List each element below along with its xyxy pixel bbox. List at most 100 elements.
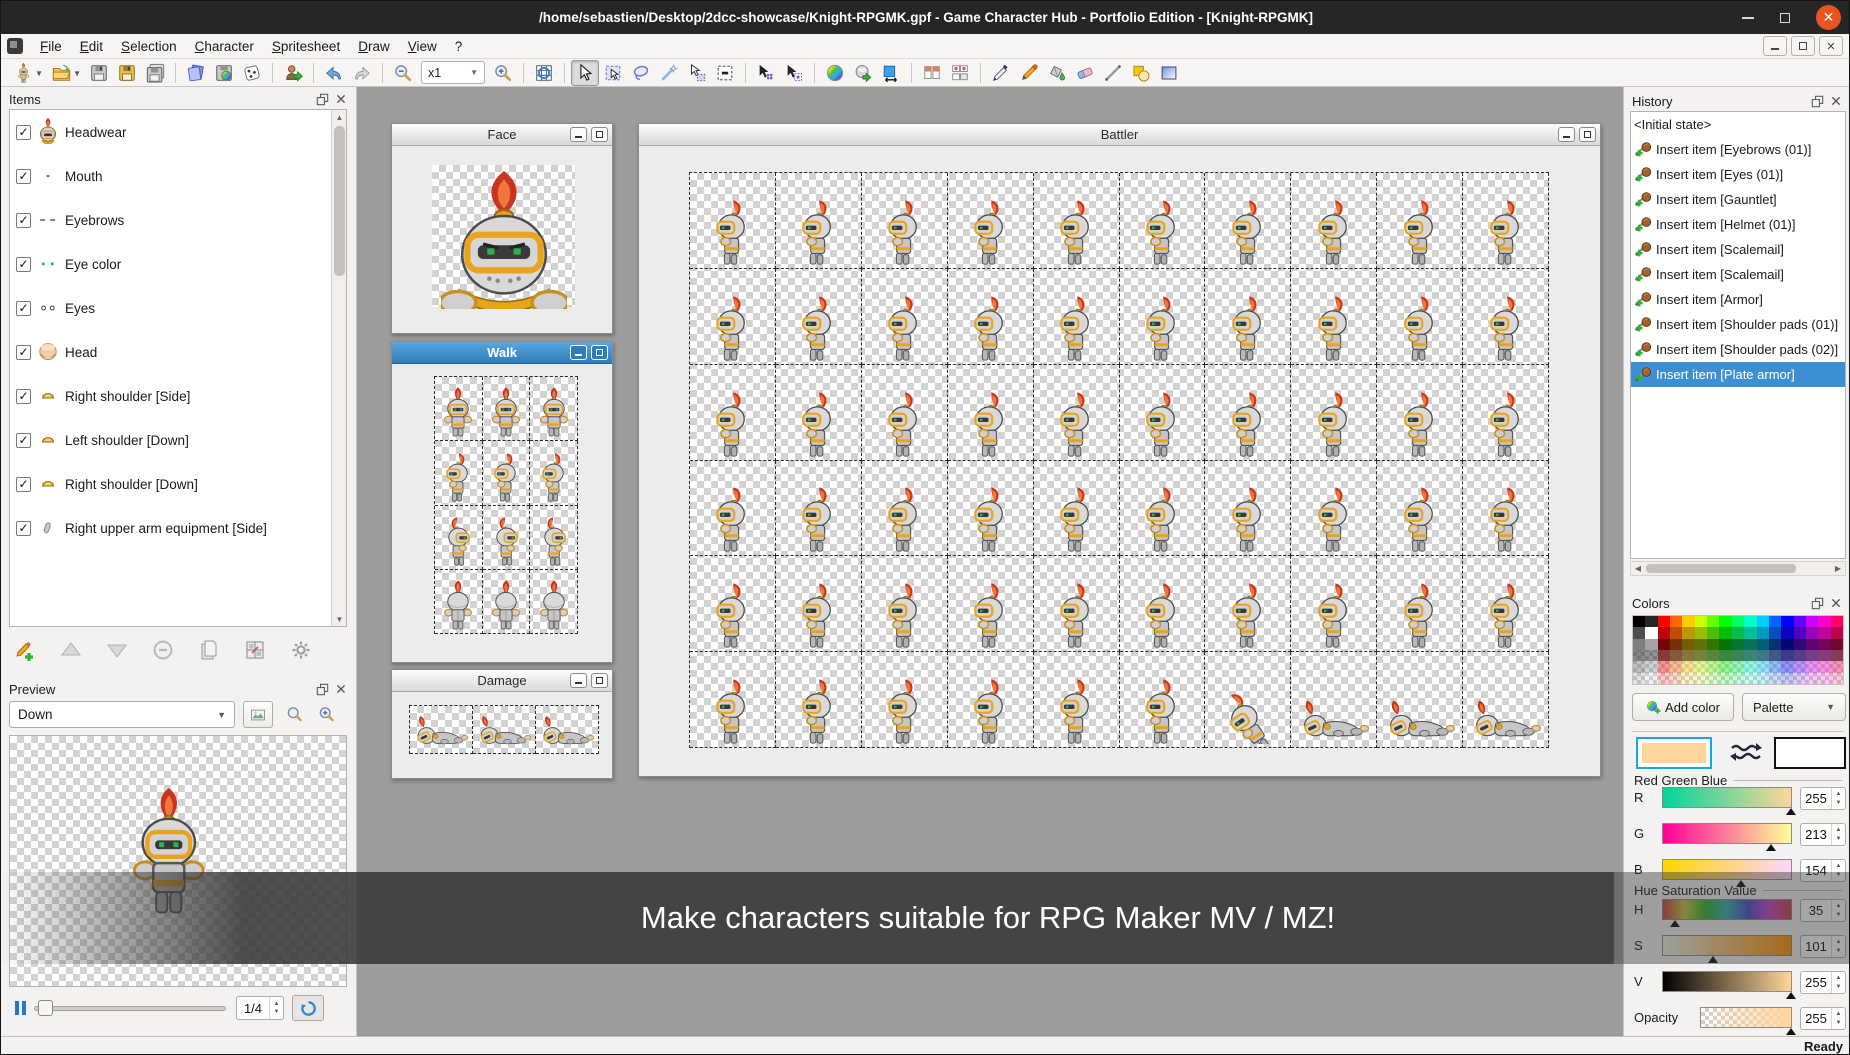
history-scrollbar[interactable]: ◀ ▶ [1630, 561, 1846, 576]
move-down-button[interactable] [101, 635, 133, 665]
face-window-titlebar[interactable]: Face [392, 124, 612, 146]
h-slider-track[interactable] [1662, 899, 1792, 920]
item-checkbox[interactable]: ✓ [16, 521, 31, 536]
palette-color-cell[interactable] [1719, 616, 1731, 627]
preview-canvas[interactable] [9, 735, 347, 987]
slider-marker[interactable] [1786, 992, 1796, 999]
swap-frames-button[interactable] [946, 60, 974, 86]
v-slider-track[interactable] [1662, 971, 1792, 992]
r-slider-track[interactable] [1662, 787, 1792, 808]
palette-color-cell[interactable] [1794, 650, 1806, 661]
zoom-level-combo[interactable]: x1▼ [421, 61, 485, 84]
palette-color-cell[interactable] [1806, 673, 1818, 684]
sprite-cell-left[interactable] [1291, 269, 1377, 365]
sprite-cell-left[interactable] [690, 556, 776, 652]
palette-color-cell[interactable] [1831, 673, 1843, 684]
add-color-button[interactable]: Add color [1632, 693, 1734, 721]
item-checkbox[interactable]: ✓ [16, 389, 31, 404]
b-value-spinner[interactable]: 154▲▼ [1800, 859, 1846, 882]
swap-pages-button[interactable] [918, 60, 946, 86]
damage-window[interactable]: Damage [391, 669, 613, 779]
history-entry[interactable]: Insert item [Eyebrows (01)] [1631, 137, 1845, 162]
sprite-cell-left[interactable] [1291, 173, 1377, 269]
palette-color-cell[interactable] [1744, 627, 1756, 638]
preview-float-icon[interactable] [315, 682, 330, 696]
palette-color-cell[interactable] [1645, 673, 1657, 684]
sprite-cell-left[interactable] [1205, 461, 1291, 557]
palette-color-cell[interactable] [1744, 661, 1756, 672]
palette-color-cell[interactable] [1719, 627, 1731, 638]
palette-color-cell[interactable] [1645, 650, 1657, 661]
palette-color-cell[interactable] [1732, 639, 1744, 650]
palette-color-cell[interactable] [1781, 673, 1793, 684]
open-file-button[interactable]: ▼ [47, 60, 75, 86]
sprite-cell-left[interactable] [483, 441, 531, 505]
battler-window-titlebar[interactable]: Battler [639, 124, 1600, 146]
palette-color-cell[interactable] [1658, 661, 1670, 672]
item-row-left-shoulder-down-[interactable]: ✓Left shoulder [Down] [10, 418, 346, 462]
sprite-cell-front[interactable] [483, 377, 531, 441]
rect-select-tool-button[interactable] [599, 60, 627, 86]
sprite-cell-left[interactable] [690, 173, 776, 269]
palette-color-cell[interactable] [1769, 661, 1781, 672]
colors-float-icon[interactable] [1810, 596, 1825, 610]
s-slider-track[interactable] [1662, 935, 1792, 956]
palette-color-cell[interactable] [1769, 650, 1781, 661]
import-character-button[interactable] [279, 60, 307, 86]
palette-color-cell[interactable] [1769, 616, 1781, 627]
sprite-cell-left[interactable] [1120, 365, 1206, 461]
pencil-tool-button[interactable] [1015, 60, 1043, 86]
menu-character[interactable]: Character [186, 36, 263, 57]
sprite-cell-left[interactable] [862, 461, 948, 557]
window-close-icon[interactable]: ✕ [1816, 5, 1841, 30]
new-character-button[interactable]: ▼ [9, 60, 37, 86]
sprite-cell-left[interactable] [1377, 173, 1463, 269]
battler-minimize-icon[interactable] [1558, 127, 1575, 142]
sprite-cell-left[interactable] [1291, 365, 1377, 461]
sprite-cell-left[interactable] [862, 556, 948, 652]
sprite-cell-right[interactable] [435, 506, 483, 570]
palette-color-cell[interactable] [1707, 661, 1719, 672]
sprite-cell-left[interactable] [776, 269, 862, 365]
palette-color-cell[interactable] [1732, 661, 1744, 672]
sprite-cell-left[interactable] [530, 441, 578, 505]
lasso-tool-button[interactable] [627, 60, 655, 86]
palette-color-cell[interactable] [1658, 616, 1670, 627]
sprite-cell-left[interactable] [1205, 365, 1291, 461]
palette-color-cell[interactable] [1757, 673, 1769, 684]
item-checkbox[interactable]: ✓ [16, 345, 31, 360]
select-item-pointer-button[interactable] [752, 60, 780, 86]
palette-color-cell[interactable] [1806, 616, 1818, 627]
palette-color-cell[interactable] [1645, 627, 1657, 638]
paint-bucket-tool-button[interactable] [1043, 60, 1071, 86]
sprite-cell-left[interactable] [1120, 652, 1206, 748]
line-tool-button[interactable] [1099, 60, 1127, 86]
add-item-button[interactable] [9, 635, 41, 665]
item-options-button[interactable] [285, 635, 317, 665]
palette-color-cell[interactable] [1806, 650, 1818, 661]
r-value-spinner[interactable]: 255▲▼ [1800, 787, 1846, 810]
palette-color-cell[interactable] [1794, 673, 1806, 684]
mdi-restore-icon[interactable] [1791, 36, 1815, 56]
sprite-cell-left[interactable] [1463, 365, 1549, 461]
menu-spritesheet[interactable]: Spritesheet [263, 36, 349, 57]
replace-color-button[interactable] [849, 60, 877, 86]
colors-close-icon[interactable] [1828, 596, 1843, 610]
menu-edit[interactable]: Edit [71, 36, 112, 57]
sprite-cell-left[interactable] [862, 173, 948, 269]
sprite-cell-left[interactable] [1034, 365, 1120, 461]
palette-color-cell[interactable] [1633, 627, 1645, 638]
sprite-cell-left[interactable] [948, 461, 1034, 557]
color-wheel-button[interactable] [821, 60, 849, 86]
palette-color-cell[interactable] [1633, 650, 1645, 661]
palette-color-cell[interactable] [1781, 639, 1793, 650]
menu-selection[interactable]: Selection [112, 36, 186, 57]
sprite-cell-left[interactable] [948, 365, 1034, 461]
palette-color-cell[interactable] [1682, 661, 1694, 672]
sprite-cell-left[interactable] [1034, 269, 1120, 365]
color-picker-button[interactable] [987, 60, 1015, 86]
palette-color-cell[interactable] [1658, 639, 1670, 650]
items-scrollbar[interactable]: ▲ ▼ [331, 110, 346, 626]
item-row-eyebrows[interactable]: ✓Eyebrows [10, 198, 346, 242]
damage-window-titlebar[interactable]: Damage [392, 670, 612, 692]
